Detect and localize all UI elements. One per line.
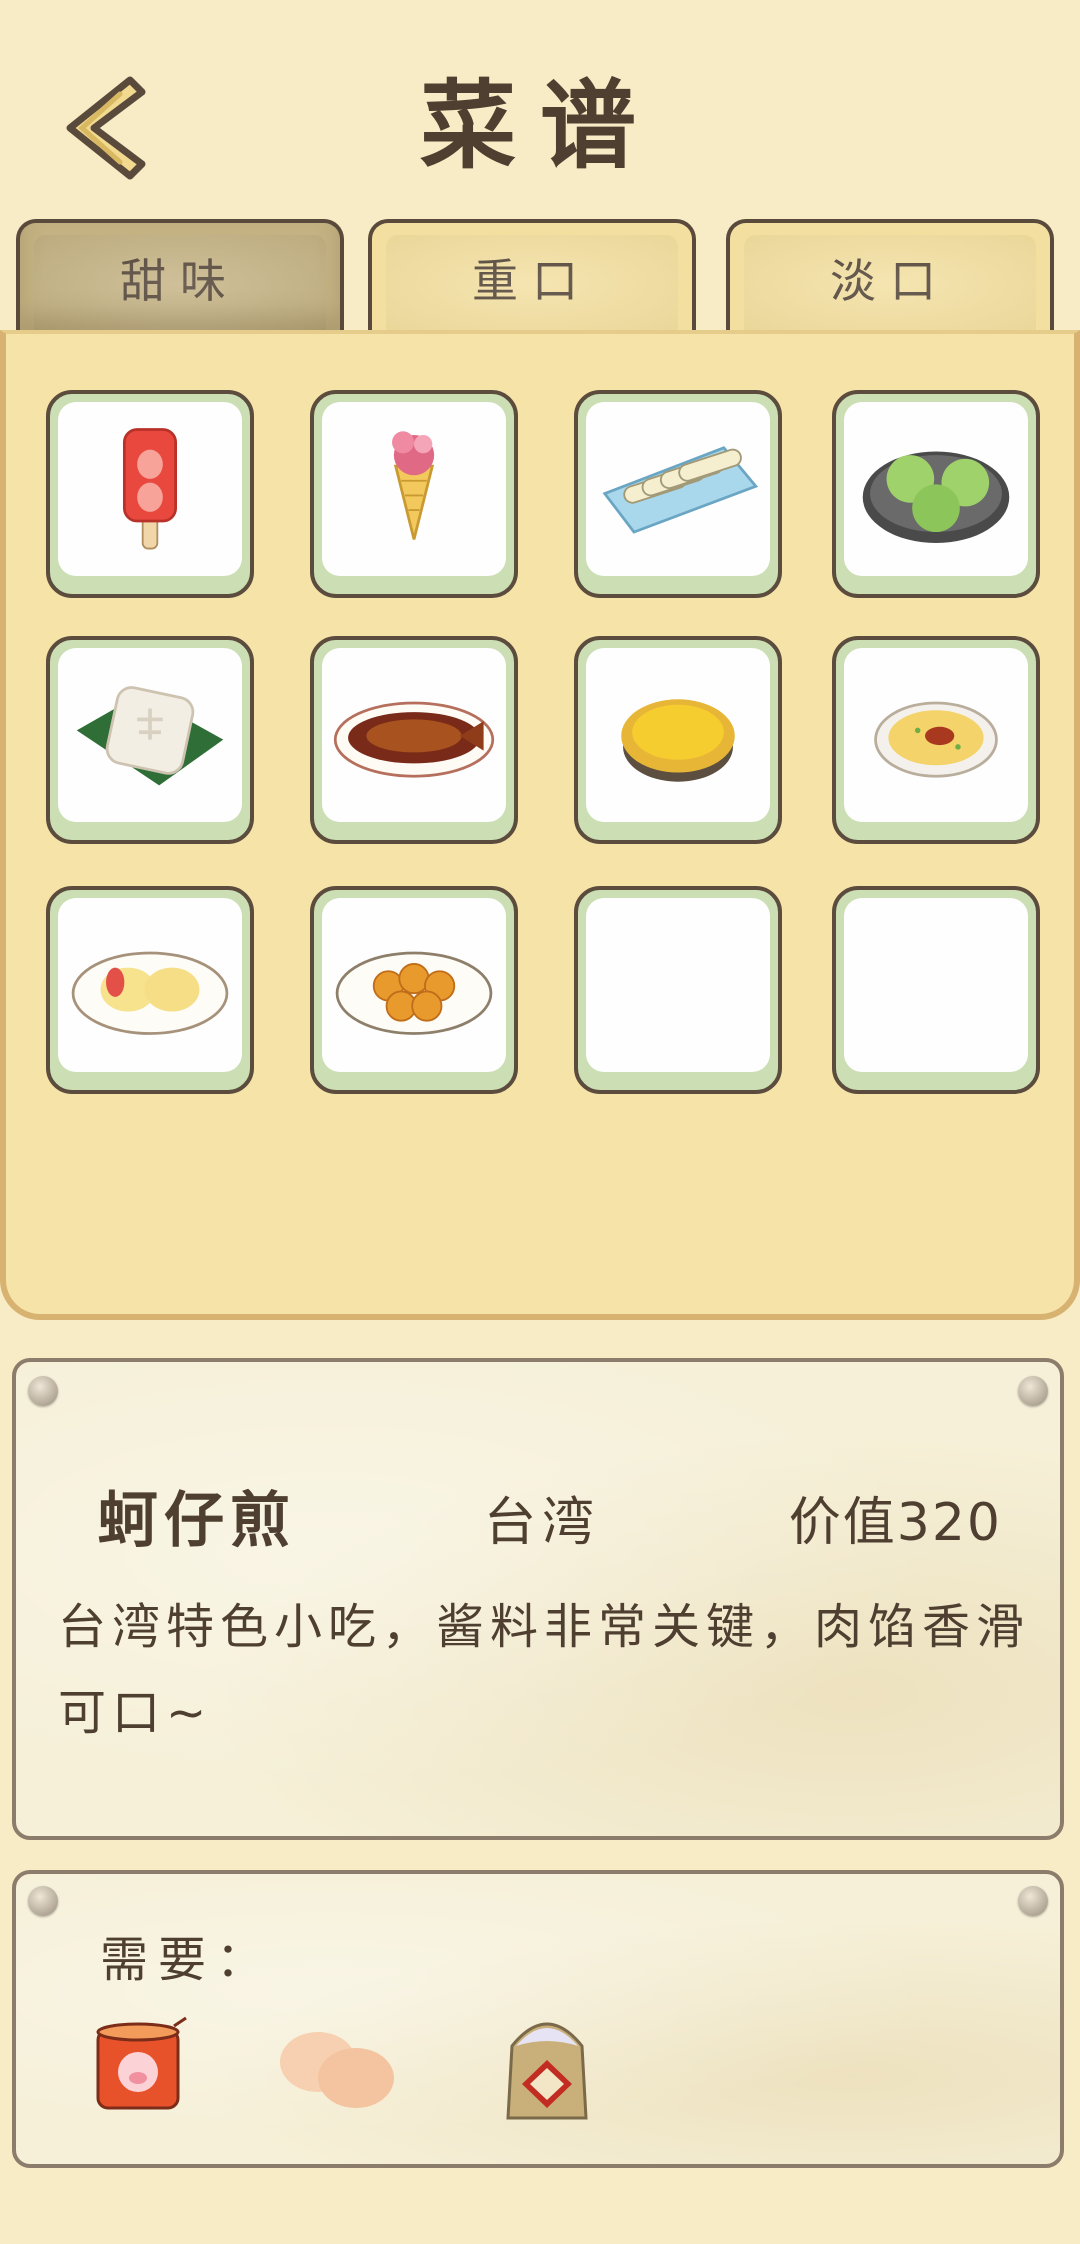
white-cake-on-leaf-icon — [76, 686, 224, 786]
ingredient-item[interactable] — [272, 2016, 402, 2116]
tab-heavy[interactable]: 重口 — [368, 219, 696, 333]
recipe-slot[interactable] — [832, 390, 1040, 598]
requirements-label: 需要： — [100, 1932, 275, 1988]
rice-rolls-plate-icon — [602, 446, 759, 534]
dish-region: 台湾 — [484, 1493, 601, 1553]
ice-cream-cone-icon — [392, 431, 435, 540]
pin-icon — [1018, 1886, 1048, 1916]
recipe-grid-panel — [0, 330, 1080, 1320]
dish-name: 蚵仔煎 — [98, 1486, 296, 1556]
tab-label: 重口 — [472, 254, 592, 308]
green-rice-balls-icon — [862, 451, 1010, 544]
ingredient-item[interactable] — [86, 2016, 196, 2116]
pin-icon — [28, 1376, 58, 1406]
tab-label: 甜味 — [120, 254, 240, 308]
recipe-slot[interactable] — [46, 636, 254, 844]
dish-info-panel: 蚵仔煎 台湾 价值320 台湾特色小吃，酱料非常关键，肉馅香滑可口~ — [12, 1358, 1064, 1840]
recipe-slot[interactable] — [832, 636, 1040, 844]
egg-tart-icon — [621, 699, 735, 782]
recipe-slot[interactable] — [310, 886, 518, 1094]
recipe-slot-empty[interactable] — [832, 886, 1040, 1094]
oyster-omelette-icon — [874, 701, 998, 778]
ingredients-panel: 需要： — [12, 1870, 1064, 2168]
tab-label: 淡口 — [830, 254, 950, 308]
tab-sweet[interactable]: 甜味 — [16, 219, 344, 333]
tab-light[interactable]: 淡口 — [726, 219, 1054, 333]
recipe-slot-empty[interactable] — [574, 886, 782, 1094]
dish-value: 价值320 — [788, 1493, 1002, 1553]
flour-bag-icon — [506, 2022, 588, 2120]
braised-fish-icon — [333, 701, 495, 778]
recipe-slot[interactable] — [574, 636, 782, 844]
recipe-slot[interactable] — [574, 390, 782, 598]
pin-icon — [28, 1886, 58, 1916]
fried-balls-plate-icon — [335, 951, 493, 1035]
ingredient-item[interactable] — [502, 2006, 592, 2122]
canned-pork-icon — [96, 2016, 187, 2110]
recipe-slot[interactable] — [46, 390, 254, 598]
pin-icon — [1018, 1376, 1048, 1406]
pastry-plate-icon — [71, 951, 229, 1035]
recipe-slot[interactable] — [310, 636, 518, 844]
page-title: 菜谱 — [420, 70, 660, 182]
strawberry-popsicle-icon — [122, 428, 178, 550]
recipe-slot[interactable] — [310, 390, 518, 598]
eggs-icon — [280, 2032, 394, 2108]
dish-description: 台湾特色小吃，酱料非常关键，肉馅香滑可口~ — [58, 1599, 1031, 1741]
recipe-slot[interactable] — [46, 886, 254, 1094]
